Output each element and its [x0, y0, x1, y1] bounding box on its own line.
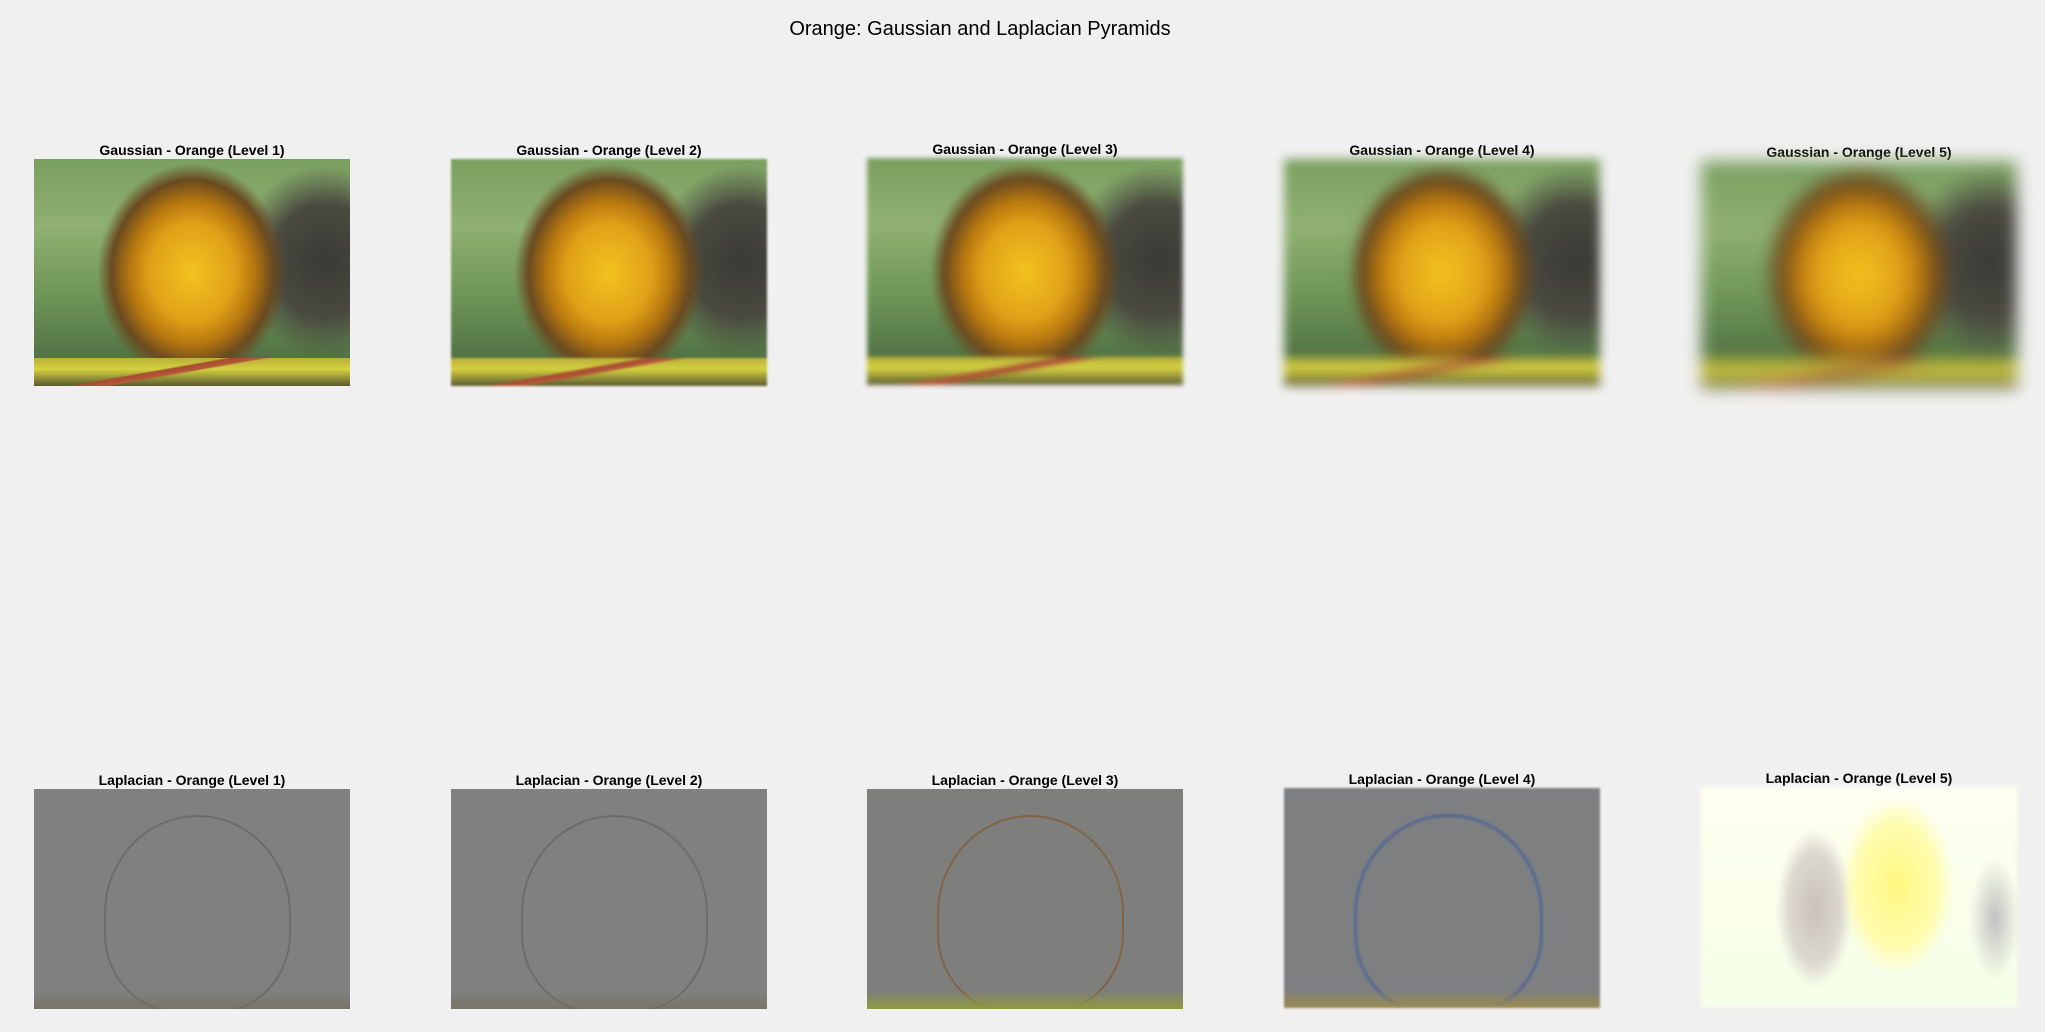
laplacian-image-level-5 [1701, 787, 2017, 1007]
laplacian-panel-3: Laplacian - Orange (Level 3) [867, 771, 1183, 1009]
panel-title: Laplacian - Orange (Level 1) [98, 772, 286, 788]
laplacian-image-level-2 [451, 789, 767, 1009]
laplacian-panel-2: Laplacian - Orange (Level 2) [451, 771, 767, 1009]
panel-title: Laplacian - Orange (Level 5) [1765, 770, 1953, 786]
panel-title: Gaussian - Orange (Level 4) [1349, 142, 1535, 158]
panel-title: Laplacian - Orange (Level 2) [515, 772, 703, 788]
panel-title: Gaussian - Orange (Level 2) [516, 142, 702, 158]
gaussian-panel-5: Gaussian - Orange (Level 5) [1701, 143, 2017, 388]
panel-title: Laplacian - Orange (Level 4) [1348, 771, 1536, 787]
gaussian-panel-3: Gaussian - Orange (Level 3) [867, 140, 1183, 385]
gaussian-image-level-4 [1284, 159, 1600, 386]
laplacian-image-level-4 [1284, 788, 1600, 1008]
panel-title: Laplacian - Orange (Level 3) [931, 772, 1119, 788]
panel-title: Gaussian - Orange (Level 3) [932, 141, 1118, 157]
gaussian-image-level-1 [34, 159, 350, 386]
gaussian-image-level-5 [1701, 161, 2017, 388]
gaussian-panel-4: Gaussian - Orange (Level 4) [1284, 141, 1600, 386]
laplacian-panel-1: Laplacian - Orange (Level 1) [34, 771, 350, 1009]
panel-title: Gaussian - Orange (Level 1) [99, 142, 285, 158]
laplacian-panel-4: Laplacian - Orange (Level 4) [1284, 770, 1600, 1008]
gaussian-image-level-2 [451, 159, 767, 386]
gaussian-panel-1: Gaussian - Orange (Level 1) [34, 141, 350, 386]
figure-title: Orange: Gaussian and Laplacian Pyramids [789, 18, 1171, 40]
laplacian-image-level-3 [867, 789, 1183, 1009]
laplacian-panel-5: Laplacian - Orange (Level 5) [1701, 769, 2017, 1007]
gaussian-panel-2: Gaussian - Orange (Level 2) [451, 141, 767, 386]
gaussian-image-level-3 [867, 158, 1183, 385]
panel-title: Gaussian - Orange (Level 5) [1766, 144, 1952, 160]
laplacian-image-level-1 [34, 789, 350, 1009]
